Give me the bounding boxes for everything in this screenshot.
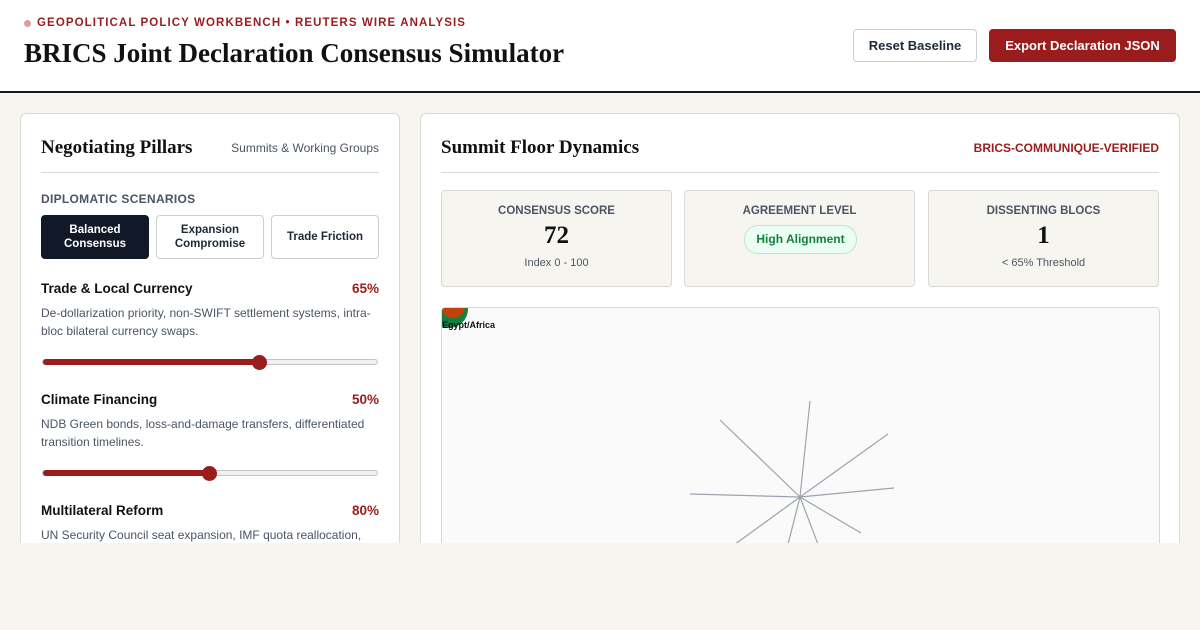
top-bar: GEOPOLITICAL POLICY WORKBENCH • REUTERS … [0,0,1200,93]
scenario-trade-friction[interactable]: Trade Friction [271,215,379,259]
eyebrow-text: GEOPOLITICAL POLICY WORKBENCH • REUTERS … [37,17,467,29]
divider [41,172,379,173]
eyebrow: GEOPOLITICAL POLICY WORKBENCH • REUTERS … [24,17,466,29]
climate-financing-slider[interactable] [42,466,378,481]
pillar-description-line: bloc bilateral currency swaps. [41,324,199,338]
panel-title: Summit Floor Dynamics [441,137,640,158]
summit-floor-panel: Summit Floor Dynamics BRICS-COMMUNIQUE-V… [420,113,1180,543]
pillar-percent: 65% [351,281,379,296]
verification-tag: BRICS-COMMUNIQUE-VERIFIED [973,141,1159,155]
scenario-expansion-compromise[interactable]: Expansion Compromise [156,215,264,259]
reset-baseline-button[interactable]: Reset Baseline [853,29,977,62]
network-edge [787,496,801,543]
dissenting-blocs-card: DISSENTING BLOCS 1 < 65% Threshold [928,190,1159,287]
slider-fill [43,470,210,476]
network-edge [799,496,862,534]
panel-subtitle: Summits & Working Groups [231,141,379,155]
scenario-label: Compromise [174,238,246,250]
pillar-description: UN Security Council seat expansion, IMF … [41,526,381,543]
pillar-name: Trade & Local Currency [41,281,193,296]
network-edges [689,400,895,543]
scenario-label: Expansion [180,224,240,236]
metric-value: 72 [544,222,569,249]
metric-note: Index 0 - 100 [524,257,589,269]
trade-currency-slider[interactable] [42,355,378,370]
pillar-description-line: De-dollarization priority, non-SWIFT set… [41,306,371,320]
scenario-label: Trade Friction [286,231,364,243]
metric-label: CONSENSUS SCORE [498,205,615,217]
country-node-cluster[interactable]: Egypt/Africa [442,308,496,330]
negotiating-pillars-panel: Negotiating Pillars Summits & Working Gr… [20,113,400,543]
summit-floor-canvas[interactable]: Egypt/Africa [441,307,1160,543]
pillar-description-line: transition timelines. [41,435,144,449]
network-edge [719,419,801,498]
network-edge [689,493,801,498]
pillar-description-line: NDB Green bonds, loss-and-damage transfe… [41,417,365,431]
network-edge [735,496,801,543]
network-edge [799,400,811,498]
metric-label: DISSENTING BLOCS [986,205,1101,217]
scenarios-label: DIPLOMATIC SCENARIOS [41,192,196,206]
pillar-percent: 80% [351,503,379,518]
pillar-name: Multilateral Reform [41,503,164,518]
export-json-button[interactable]: Export Declaration JSON [989,29,1176,62]
metric-value: 1 [1037,222,1050,249]
status-dot-icon [24,19,31,27]
scenario-label: Consensus [64,238,126,250]
network-edge [799,433,889,498]
status-badge: High Alignment [744,225,857,254]
network-edge [799,487,895,498]
pillar-description: NDB Green bonds, loss-and-damage transfe… [41,415,381,451]
metric-label: AGREEMENT LEVEL [742,205,857,217]
slider-thumb[interactable] [252,355,268,370]
metric-note: < 65% Threshold [1001,257,1086,269]
pillar-description: De-dollarization priority, non-SWIFT set… [41,304,381,340]
country-node-label: Egypt/Africa [442,320,496,330]
pillar-name: Climate Financing [41,392,158,407]
divider [441,172,1159,173]
floor-network-graph: Egypt/Africa [442,308,895,543]
agreement-level-card: AGREEMENT LEVEL High Alignment [684,190,915,287]
scenario-balanced-consensus[interactable]: Balanced Consensus [41,215,149,259]
page-title: BRICS Joint Declaration Consensus Simula… [24,38,565,68]
pillar-description-line: UN Security Council seat expansion, IMF … [41,528,362,542]
scenario-label: Balanced [69,224,121,236]
slider-thumb[interactable] [202,466,217,481]
slider-fill [43,359,261,365]
pillar-percent: 50% [351,392,379,407]
consensus-score-card: CONSENSUS SCORE 72 Index 0 - 100 [441,190,672,287]
panel-title: Negotiating Pillars [41,137,193,158]
